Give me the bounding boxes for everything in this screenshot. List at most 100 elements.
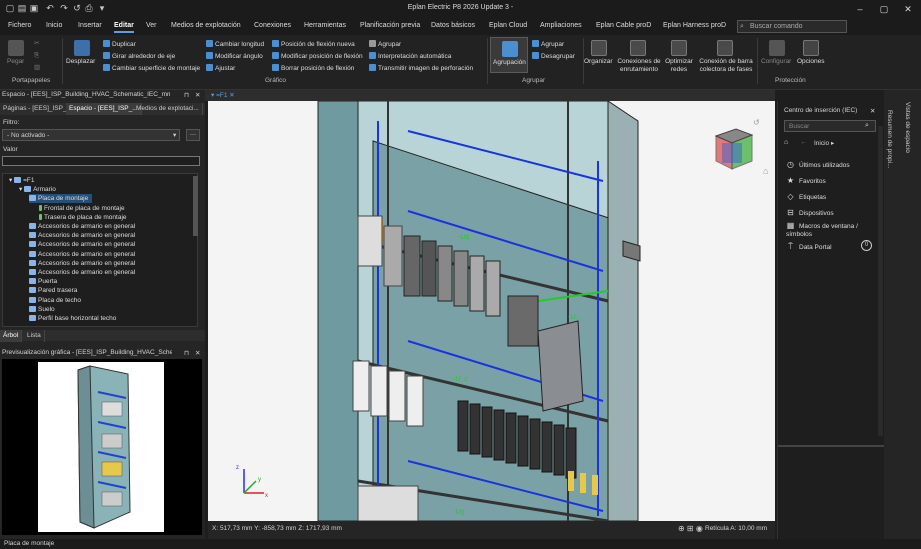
configure-button[interactable]: Configurar [761,58,791,66]
breadcrumb[interactable]: Inicio ▸ [814,139,834,147]
routing-connections-button[interactable]: Conexiones de enrutamiento [616,58,662,74]
tree-item[interactable]: Frontal de placa de montaje [39,204,125,213]
menu-conexiones[interactable]: Conexiones [254,22,291,29]
menu-eplan-cloud[interactable]: Eplan Cloud [489,22,527,29]
group2-button[interactable]: Agrupar [532,40,564,49]
tab-space[interactable]: Espacio - [EES]_ISP_... [66,103,142,115]
snap-icon[interactable]: ⊕ ⊞ ◉ [678,524,703,533]
tree-item[interactable]: Suelo [29,305,55,314]
back-icon[interactable]: ← [800,139,807,146]
tree-item[interactable]: Accesorios de armario en general [29,259,135,268]
copy-icon[interactable]: ⎘ [34,52,39,60]
menu-planificacion[interactable]: Planificación previa [360,22,420,29]
paste-button[interactable]: Pegar [7,58,24,66]
modify-bend-position-button[interactable]: Modificar posición de flexión [272,52,363,61]
transmit-drill-image-button[interactable]: Transmitir imagen de perforación [369,64,473,73]
tree-item[interactable]: Pared trasera [29,286,77,295]
menu-insertar[interactable]: Insertar [78,22,102,29]
tree-item[interactable]: ▾ =F1 [9,176,34,185]
tab-pages[interactable]: Páginas - [EES]_ISP_... [0,103,77,115]
insertion-search-input[interactable]: Buscar ⌕ [784,120,876,132]
organize-icon[interactable] [591,40,607,56]
devices-item[interactable]: ⊟ Dispositivos [786,208,834,217]
search-icon[interactable]: ⌕ [865,122,869,130]
filter-more-button[interactable]: … [186,129,200,141]
tree-item[interactable]: Perfil base horizontal techo [29,314,116,323]
busbar-connection-button[interactable]: Conexión de barra colectora de fases [698,58,754,74]
tree-item[interactable]: Accesorios de armario en general [29,231,135,240]
menu-herramientas[interactable]: Herramientas [304,22,346,29]
tree-item[interactable]: Placa de techo [29,296,81,305]
tab-f1[interactable]: ▾ =F1 ✕ [211,91,235,99]
menu-medios[interactable]: Medios de explotación [171,22,241,29]
tab-list[interactable]: Lista [24,330,45,342]
tab-property-summary[interactable]: Resumen de propi... [886,110,893,169]
right-panel-scrollbar[interactable] [878,126,883,436]
pin-icon[interactable]: ⊓ [184,349,189,357]
format-icon[interactable]: ▥ [34,64,40,72]
3d-viewport[interactable]: -Ug -U... -U_c -Ug ↺ ⌂ z x y [208,101,775,521]
move-button[interactable]: Desplazar [66,58,95,66]
pin-icon[interactable]: ⊓ [184,91,189,99]
tree-scrollbar[interactable] [193,176,198,236]
tags-item[interactable]: ◇ Etiquetas [786,192,826,201]
menu-harness-prod[interactable]: Eplan Harness proD [663,22,726,29]
data-portal-item[interactable]: ⍑ Data Portal [786,242,831,252]
routing-icon[interactable] [630,40,646,56]
panel-close-icon[interactable]: ✕ [195,91,200,99]
menu-cable-prod[interactable]: Eplan Cable proD [596,22,651,29]
tree-item[interactable]: ▾ Armario [19,185,56,194]
tab-devices[interactable]: Medios de explotaci... [133,103,203,115]
menu-datos-basicos[interactable]: Datos básicos [431,22,475,29]
group-button[interactable]: Agrupar [369,40,401,49]
tab-space-views[interactable]: Vistas de espacio [904,102,911,153]
menu-fichero[interactable]: Fichero [8,22,31,29]
minimize-icon[interactable]: – [848,1,872,17]
rotate-axis-button[interactable]: Girar alrededor de eje [103,52,175,61]
panel-close-icon[interactable]: ✕ [195,349,200,357]
optimize-icon[interactable] [671,40,687,56]
tab-close-icon[interactable]: ✕ [229,92,234,99]
tree-item[interactable]: Trasera de placa de montaje [39,213,127,222]
maximize-icon[interactable]: ▢ [872,1,896,17]
close-icon[interactable]: ✕ [896,1,920,17]
options-icon[interactable] [803,40,819,56]
macros-item[interactable]: ▦ Macros de ventana / símbolos [786,222,866,239]
home-view-icon[interactable]: ⌂ [763,166,768,176]
filter-select[interactable]: - No activado - [2,129,180,141]
value-input[interactable] [2,156,200,166]
rotate-view-icon[interactable]: ↺ [753,118,760,127]
change-length-button[interactable]: Cambiar longitud [206,40,264,49]
lock-icon[interactable] [769,40,785,56]
delete-bend-position-button[interactable]: Borrar posición de flexión [272,64,354,73]
options-button[interactable]: Opciones [797,58,824,66]
search-command-input[interactable]: ⌕ Buscar comando [737,20,847,33]
menu-editar[interactable]: Editar [114,22,134,33]
view-cube-icon[interactable] [706,121,760,175]
duplicate-button[interactable]: Duplicar [103,40,136,49]
paste-icon[interactable] [8,40,24,56]
grouping-button[interactable]: Agrupación [490,37,528,73]
home-icon[interactable]: ⌂ [784,139,788,146]
tab-tree[interactable]: Árbol [0,330,23,342]
ungroup-button[interactable]: Desagrupar [532,52,575,61]
organize-button[interactable]: Organizar [584,58,613,66]
move-icon[interactable] [74,40,90,56]
tree-item[interactable]: Placa de montaje [29,194,93,204]
menu-inicio[interactable]: Inicio [46,22,62,29]
tree-item[interactable]: Puerta [29,277,57,286]
change-mount-surface-button[interactable]: Cambiar superficie de montaje [103,64,200,73]
auto-interpretation-button[interactable]: Interpretación automática [369,52,451,61]
tree-item[interactable]: Accesorios de armario en general [29,250,135,259]
menu-ampliaciones[interactable]: Ampliaciones [540,22,582,29]
cut-icon[interactable]: ✂ [34,40,39,48]
favorites-item[interactable]: ★ Favoritos [786,176,826,185]
adjust-button[interactable]: Ajustar [206,64,235,73]
panel-close-icon[interactable]: ✕ [870,107,875,115]
busbar-icon[interactable] [717,40,733,56]
optimize-networks-button[interactable]: Optimizar redes [663,58,695,74]
tree-item[interactable]: Accesorios de armario en general [29,222,135,231]
menu-ver[interactable]: Ver [146,22,157,29]
new-bend-position-button[interactable]: Posición de flexión nueva [272,40,355,49]
recent-item[interactable]: ◷ Últimos utilizados [786,160,850,169]
